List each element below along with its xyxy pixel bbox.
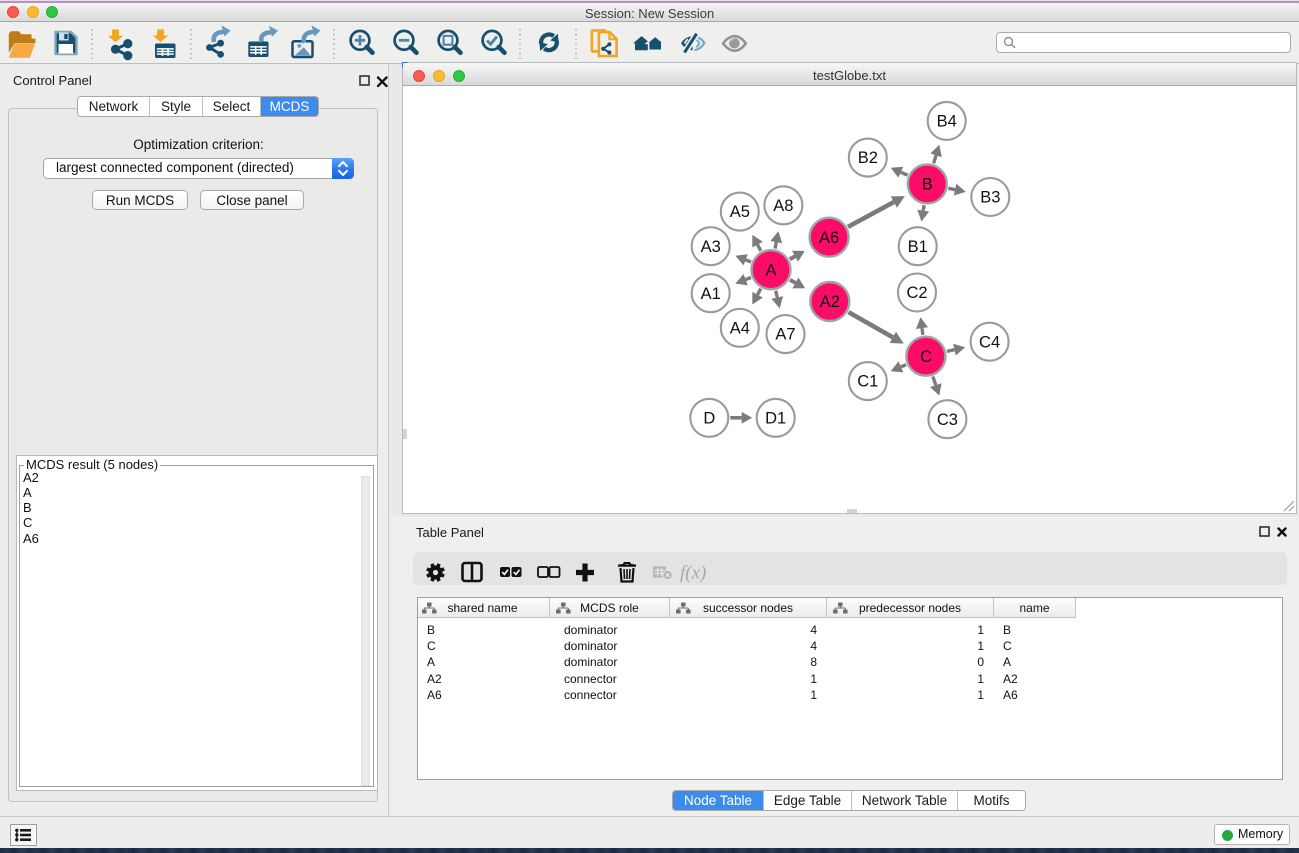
svg-text:B2: B2: [858, 149, 878, 167]
svg-text:C1: C1: [857, 373, 878, 391]
svg-text:A4: A4: [730, 319, 750, 337]
svg-text:A7: A7: [775, 326, 795, 344]
svg-text:C: C: [920, 348, 932, 366]
svg-text:B1: B1: [908, 238, 928, 256]
svg-text:C2: C2: [906, 284, 927, 302]
svg-text:f(x): f(x): [680, 563, 706, 584]
svg-text:A6: A6: [819, 229, 839, 247]
svg-text:A: A: [765, 261, 776, 279]
svg-text:A3: A3: [701, 238, 721, 256]
svg-text:C4: C4: [979, 333, 1000, 351]
svg-text:A8: A8: [773, 197, 793, 215]
svg-text:B3: B3: [980, 189, 1000, 207]
svg-text:D1: D1: [765, 409, 786, 427]
svg-text:A2: A2: [820, 293, 840, 311]
svg-text:B: B: [922, 176, 933, 194]
svg-text:D: D: [703, 409, 715, 427]
svg-text:A5: A5: [730, 203, 750, 221]
svg-text:A1: A1: [701, 285, 721, 303]
svg-text:B4: B4: [937, 113, 957, 131]
svg-text:C3: C3: [937, 411, 958, 429]
